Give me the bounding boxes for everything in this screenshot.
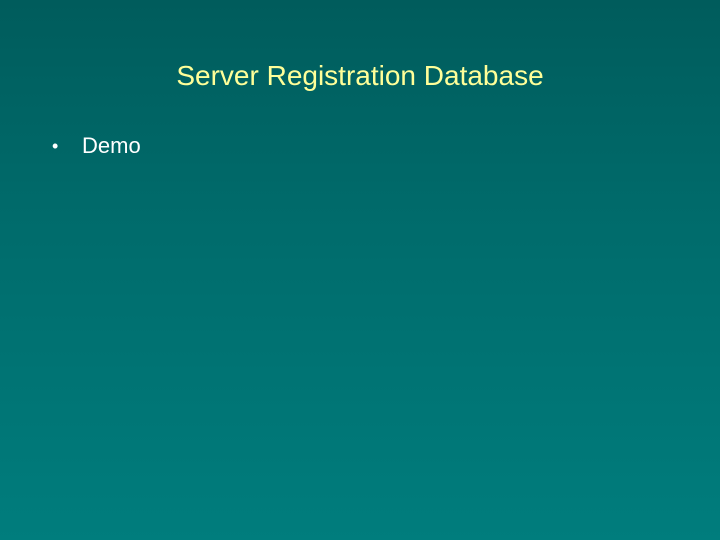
bullet-item: • Demo [52,130,141,162]
slide: Server Registration Database • Demo [0,0,720,540]
slide-title: Server Registration Database [176,60,544,91]
bullet-text: Demo [82,133,141,158]
bullet-list: • Demo [52,130,141,162]
bullet-icon: • [52,136,59,156]
